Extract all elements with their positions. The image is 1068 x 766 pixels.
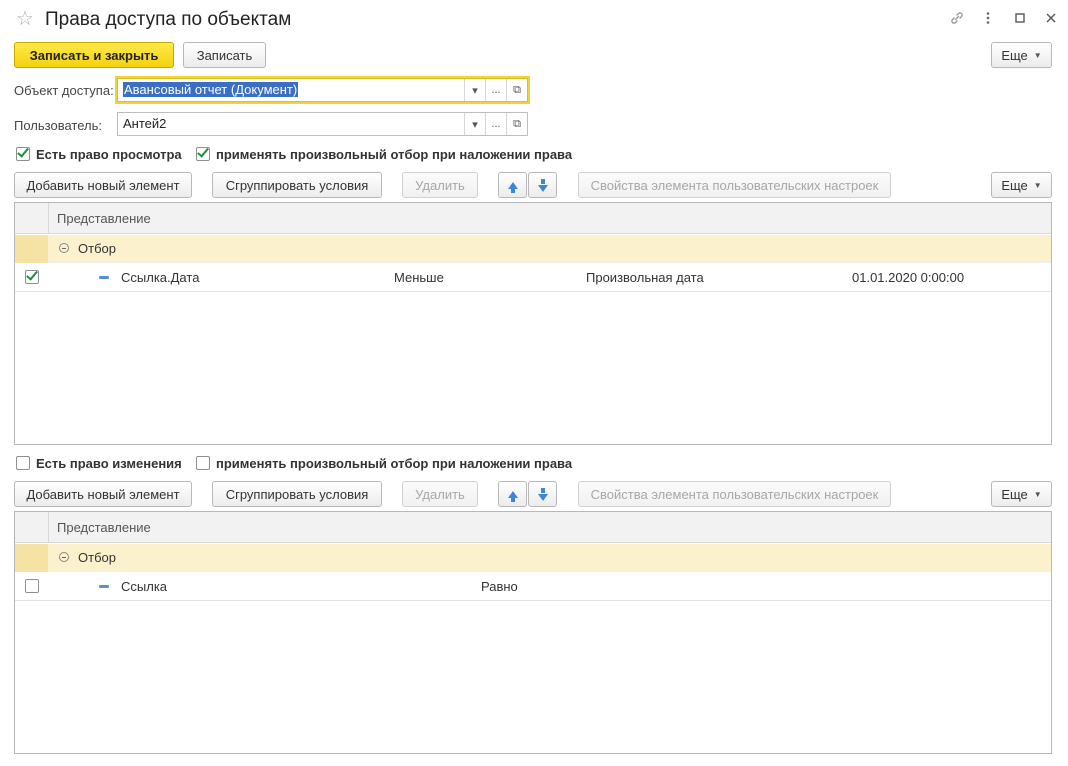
view-properties-button[interactable]: Свойства элемента пользовательских настр… [578, 172, 891, 198]
group-row-filter[interactable]: Отбор [15, 544, 1051, 572]
button-label: Добавить новый элемент [26, 177, 180, 193]
open-icon[interactable]: ⧉ [506, 113, 527, 135]
more-label: Еще [1001, 177, 1028, 193]
view-right-label: Есть право просмотра [36, 147, 182, 162]
checkmark-icon [197, 145, 209, 158]
select-ellipsis-button[interactable]: ... [485, 113, 506, 135]
row-checkbox[interactable] [25, 579, 39, 593]
more-vertical-icon[interactable] [980, 10, 996, 26]
object-field[interactable]: Авансовый отчет (Документ) ▾ ... ⧉ [115, 76, 530, 104]
edit-right-checkbox[interactable] [16, 456, 30, 470]
more-button[interactable]: Еще ▼ [991, 42, 1052, 68]
checkmark-icon [17, 145, 29, 158]
object-label: Объект доступа: [14, 83, 114, 98]
view-move-up-button[interactable] [498, 172, 527, 198]
table-header: Представление [15, 203, 1051, 234]
view-filter-table[interactable]: Представление Отбор Ссылка.Дата Меньше П… [14, 202, 1052, 445]
edit-group-conditions-button[interactable]: Сгруппировать условия [212, 481, 382, 507]
table-row[interactable]: Ссылка Равно [15, 572, 1051, 601]
view-more-button[interactable]: Еще ▼ [991, 172, 1052, 198]
cell-comparison: Равно [481, 579, 518, 594]
save-and-close-button[interactable]: Записать и закрыть [14, 42, 174, 68]
group-label: Отбор [78, 241, 116, 256]
close-icon[interactable] [1043, 10, 1059, 26]
view-group-conditions-button[interactable]: Сгруппировать условия [212, 172, 382, 198]
edit-filter-table[interactable]: Представление Отбор Ссылка Равно [14, 511, 1052, 754]
select-ellipsis-button[interactable]: ... [485, 79, 506, 101]
table-row[interactable]: Ссылка.Дата Меньше Произвольная дата 01.… [15, 263, 1051, 292]
chevron-down-icon: ▼ [1033, 50, 1042, 60]
edit-move-down-button[interactable] [528, 481, 557, 507]
chevron-down-icon: ▼ [1033, 180, 1042, 190]
save-label: Записать [196, 47, 253, 63]
edit-move-up-button[interactable] [498, 481, 527, 507]
arrow-down-icon [537, 178, 548, 192]
view-filter-label: применять произвольный отбор при наложен… [216, 147, 573, 162]
view-filter-checkbox[interactable] [196, 145, 210, 161]
collapse-icon[interactable] [59, 552, 69, 562]
table-header: Представление [15, 512, 1051, 543]
condition-icon [99, 585, 109, 588]
more-label: Еще [1001, 486, 1028, 502]
object-value[interactable]: Авансовый отчет (Документ) [118, 79, 464, 101]
more-label: Еще [1001, 47, 1028, 63]
view-move-down-button[interactable] [528, 172, 557, 198]
maximize-icon[interactable] [1012, 10, 1028, 26]
save-button[interactable]: Записать [183, 42, 266, 68]
edit-filter-checkbox[interactable] [196, 456, 210, 470]
edit-right-label: Есть право изменения [36, 456, 182, 471]
button-label: Сгруппировать условия [225, 177, 369, 193]
view-right-checkbox[interactable] [16, 145, 30, 161]
arrow-up-icon [507, 181, 518, 193]
save-and-close-label: Записать и закрыть [29, 47, 159, 63]
dropdown-icon[interactable]: ▾ [464, 79, 485, 101]
condition-icon [99, 276, 109, 279]
row-checkbox[interactable] [25, 268, 39, 284]
button-label: Удалить [415, 486, 465, 502]
cell-value: 01.01.2020 0:00:00 [852, 270, 965, 285]
button-label: Свойства элемента пользовательских настр… [590, 486, 879, 502]
view-delete-button[interactable]: Удалить [402, 172, 478, 198]
column-header-representation[interactable]: Представление [57, 520, 151, 535]
edit-add-element-button[interactable]: Добавить новый элемент [14, 481, 192, 507]
favorite-star-icon[interactable]: ☆ [16, 9, 34, 29]
cell-field: Ссылка [121, 579, 168, 594]
checkmark-icon [26, 268, 38, 281]
group-row-filter[interactable]: Отбор [15, 235, 1051, 263]
edit-more-button[interactable]: Еще ▼ [991, 481, 1052, 507]
cell-comparison: Меньше [394, 270, 444, 285]
edit-properties-button[interactable]: Свойства элемента пользовательских настр… [578, 481, 891, 507]
column-header-representation[interactable]: Представление [57, 211, 151, 226]
collapse-icon[interactable] [59, 243, 69, 253]
edit-filter-label: применять произвольный отбор при наложен… [216, 456, 573, 471]
open-icon[interactable]: ⧉ [506, 79, 527, 101]
arrow-down-icon [537, 487, 548, 501]
button-label: Удалить [415, 177, 465, 193]
view-add-element-button[interactable]: Добавить новый элемент [14, 172, 192, 198]
page-title: Права доступа по объектам [45, 9, 292, 30]
group-label: Отбор [78, 550, 116, 565]
user-field[interactable]: Антей2 ▾ ... ⧉ [117, 112, 528, 136]
button-label: Добавить новый элемент [26, 486, 180, 502]
user-value[interactable]: Антей2 [118, 113, 464, 135]
user-label: Пользователь: [14, 118, 102, 133]
dropdown-icon[interactable]: ▾ [464, 113, 485, 135]
cell-type: Произвольная дата [586, 270, 704, 285]
arrow-up-icon [507, 490, 518, 502]
button-label: Сгруппировать условия [225, 486, 369, 502]
button-label: Свойства элемента пользовательских настр… [590, 177, 879, 193]
chevron-down-icon: ▼ [1033, 489, 1042, 499]
edit-delete-button[interactable]: Удалить [402, 481, 478, 507]
cell-field: Ссылка.Дата [121, 270, 200, 285]
link-icon[interactable] [949, 10, 965, 26]
